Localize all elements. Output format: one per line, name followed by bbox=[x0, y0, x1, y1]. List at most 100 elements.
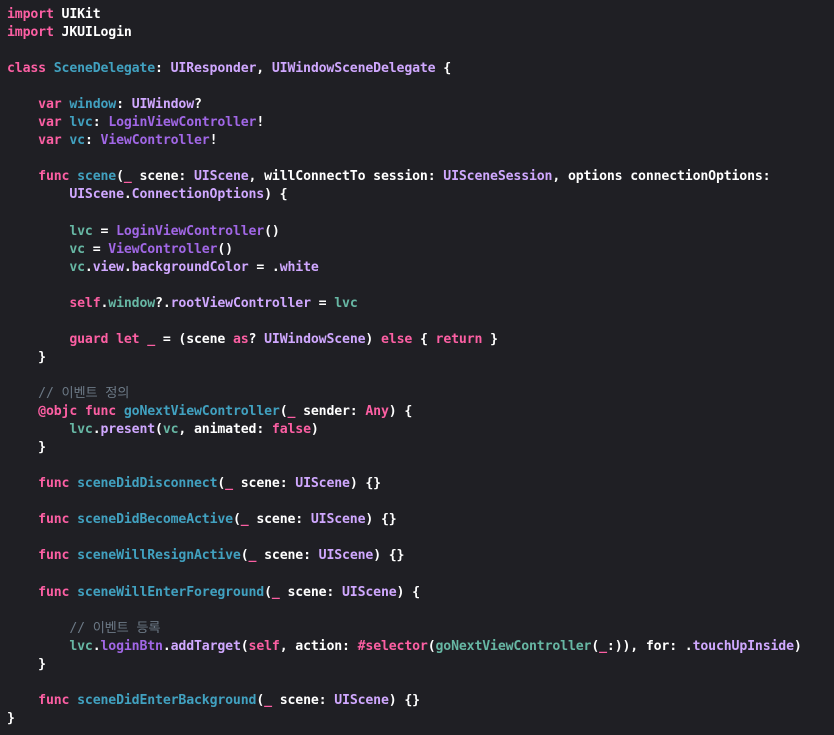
code-token: ) { bbox=[388, 404, 413, 420]
code-token: #selector bbox=[357, 638, 428, 654]
code-line[interactable]: func sceneDidDisconnect(_ scene: UIScene… bbox=[7, 475, 802, 493]
code-line[interactable]: lvc = LoginViewController() bbox=[7, 223, 802, 241]
code-token: import bbox=[7, 7, 54, 22]
code-token: UIScene bbox=[342, 584, 397, 600]
code-token: ConnectionOptions bbox=[131, 187, 265, 203]
code-token: UISceneSession bbox=[443, 169, 553, 185]
code-token: UIWindow bbox=[131, 97, 195, 113]
code-line[interactable] bbox=[7, 150, 802, 168]
code-token: sceneWillEnterForeground bbox=[77, 584, 265, 600]
code-token: ?. bbox=[155, 295, 171, 311]
code-token: _ bbox=[599, 638, 607, 654]
code-line[interactable]: var lvc: LoginViewController! bbox=[7, 114, 802, 132]
code-token: backgroundColor bbox=[131, 259, 249, 275]
code-line[interactable]: func sceneWillResignActive(_ scene: UISc… bbox=[7, 547, 802, 565]
code-line[interactable] bbox=[7, 674, 802, 692]
code-line[interactable]: UIScene.ConnectionOptions) { bbox=[7, 186, 802, 204]
code-token: else bbox=[381, 331, 413, 347]
code-line[interactable]: } bbox=[7, 439, 802, 457]
code-line[interactable]: func scene(_ scene: UIScene, willConnect… bbox=[7, 168, 802, 186]
code-line[interactable]: func sceneWillEnterForeground(_ scene: U… bbox=[7, 584, 802, 602]
code-line[interactable] bbox=[7, 493, 802, 511]
code-token: view bbox=[92, 259, 124, 275]
code-line[interactable]: // 이벤트 정의 bbox=[7, 385, 802, 403]
code-token: ( bbox=[232, 512, 241, 528]
code-token: touchUpInside bbox=[692, 638, 794, 654]
code-line[interactable]: vc.view.backgroundColor = .white bbox=[7, 259, 802, 277]
code-line[interactable]: guard let _ = (scene as? UIWindowScene) … bbox=[7, 331, 802, 349]
code-token: self bbox=[69, 295, 101, 311]
code-line[interactable]: lvc.present(vc, animated: false) bbox=[7, 421, 802, 439]
code-token: , action: bbox=[279, 638, 358, 654]
code-token: sceneDidDisconnect bbox=[77, 476, 218, 492]
code-line[interactable]: self.window?.rootViewController = lvc bbox=[7, 295, 802, 313]
code-token: lvc bbox=[69, 223, 93, 239]
code-token: UIWindowSceneDelegate bbox=[271, 61, 436, 77]
code-token: UIWindowScene bbox=[264, 331, 366, 347]
code-line[interactable]: func sceneDidEnterBackground(_ scene: UI… bbox=[7, 692, 802, 710]
code-token: func bbox=[38, 692, 70, 708]
code-token: addTarget bbox=[170, 638, 241, 654]
code-line[interactable] bbox=[7, 565, 802, 583]
code-line[interactable]: } bbox=[7, 710, 802, 728]
code-line[interactable]: @objc func goNextViewController(_ sender… bbox=[7, 403, 802, 421]
code-editor[interactable]: import UIKit import JKUILogin class Scene… bbox=[0, 0, 834, 735]
code-line[interactable] bbox=[7, 78, 802, 96]
code-line[interactable] bbox=[7, 277, 802, 295]
code-line[interactable]: var vc: ViewController! bbox=[7, 132, 802, 150]
code-token: . bbox=[123, 187, 132, 203]
code-token: false bbox=[271, 422, 311, 438]
code-token: SceneDelegate bbox=[53, 61, 156, 77]
code-token: _ bbox=[225, 476, 233, 492]
code-token: = (scene bbox=[155, 331, 233, 347]
code-token: ( bbox=[217, 476, 226, 492]
code-token: func bbox=[38, 476, 70, 492]
code-token: . bbox=[92, 638, 101, 654]
code-token: = bbox=[92, 223, 117, 239]
code-token: scene: bbox=[256, 548, 319, 564]
code-line[interactable]: } bbox=[7, 656, 802, 674]
code-token: ! bbox=[256, 115, 265, 131]
code-line[interactable]: // 이벤트 등록 bbox=[7, 620, 802, 638]
code-token: UIScene bbox=[194, 169, 249, 185]
code-token: scene: bbox=[248, 512, 311, 528]
code-line[interactable] bbox=[7, 457, 802, 475]
code-line[interactable]: func sceneDidBecomeActive(_ scene: UISce… bbox=[7, 511, 802, 529]
code-line[interactable]: import UIKit bbox=[7, 6, 802, 24]
code-token: rootViewController bbox=[170, 295, 311, 311]
code-line[interactable] bbox=[7, 602, 802, 620]
code-line[interactable] bbox=[7, 42, 802, 60]
code-line[interactable]: class SceneDelegate: UIResponder, UIWind… bbox=[7, 60, 802, 78]
source-code[interactable]: import UIKit import JKUILogin class Scene… bbox=[7, 6, 802, 728]
code-line[interactable]: vc = ViewController() bbox=[7, 241, 802, 259]
code-line[interactable] bbox=[7, 313, 802, 331]
code-line[interactable]: import JKUILogin bbox=[7, 24, 802, 42]
code-line[interactable] bbox=[7, 205, 802, 223]
code-line[interactable]: lvc.loginBtn.addTarget(self, action: #se… bbox=[7, 638, 801, 656]
code-token: func bbox=[38, 169, 70, 185]
code-token: ( bbox=[256, 692, 265, 708]
code-line[interactable] bbox=[7, 367, 802, 385]
code-token: } bbox=[7, 440, 46, 456]
code-token: ? bbox=[194, 97, 202, 113]
code-token: () bbox=[217, 241, 233, 257]
code-line[interactable] bbox=[7, 529, 802, 547]
code-line[interactable]: var window: UIWindow? bbox=[7, 96, 802, 114]
code-line[interactable]: } bbox=[7, 349, 802, 367]
code-token: vc bbox=[69, 241, 85, 257]
code-token: goNextViewController bbox=[435, 638, 592, 654]
